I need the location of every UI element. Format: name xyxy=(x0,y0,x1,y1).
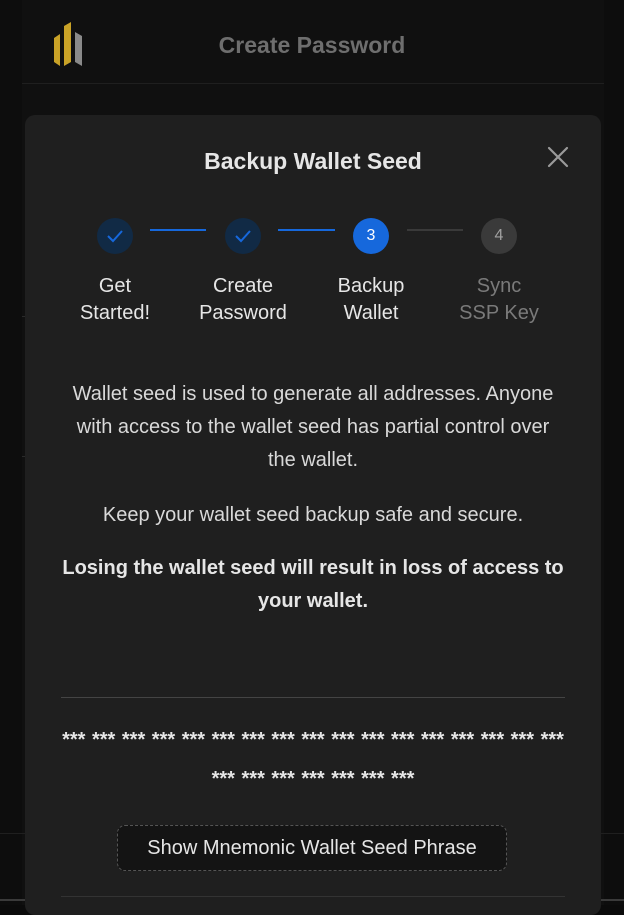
loss-warning: Losing the wallet seed will result in lo… xyxy=(62,557,564,612)
step-connector-2-3 xyxy=(278,229,335,231)
step-4-label-line1: Sync xyxy=(476,275,522,297)
step-3-label-line1: Backup xyxy=(337,275,405,297)
show-seed-button[interactable]: Show Mnemonic Wallet Seed Phrase xyxy=(117,825,507,871)
step-1-label-line1: Get xyxy=(98,275,132,297)
step-4-icon: 4 xyxy=(481,218,517,254)
background-page-title: Create Password xyxy=(218,32,406,58)
step-connector-3-4 xyxy=(407,229,463,231)
check-icon xyxy=(107,230,123,243)
seed-divider xyxy=(61,697,565,698)
step-connector-1-2 xyxy=(150,229,206,231)
header-divider xyxy=(22,83,604,84)
step-2-label-line1: Create xyxy=(212,275,274,297)
step-1-icon xyxy=(97,218,133,254)
modal-footer-divider xyxy=(61,896,565,897)
step-1-label: Get Started! xyxy=(55,273,175,327)
progress-steps: Get Started! Create Password 3 Backup Wa… xyxy=(25,215,601,335)
step-3-label-line2: Wallet xyxy=(343,302,399,324)
check-icon xyxy=(235,230,251,243)
modal-title: Backup Wallet Seed xyxy=(204,148,422,174)
close-icon xyxy=(547,146,569,168)
close-button[interactable] xyxy=(543,142,573,172)
step-2-icon xyxy=(225,218,261,254)
step-2-label-line2: Password xyxy=(199,302,287,324)
backup-seed-modal: Backup Wallet Seed Get Started! Create P… xyxy=(25,115,601,915)
seed-description: Wallet seed is used to generate all addr… xyxy=(72,383,554,471)
step-4-label-line2: SSP Key xyxy=(459,302,539,324)
step-3-label: Backup Wallet xyxy=(311,273,431,327)
step-3-icon: 3 xyxy=(353,218,389,254)
step-1-label-line2: Started! xyxy=(79,302,151,324)
masked-seed-phrase: *** *** *** *** *** *** *** *** *** *** … xyxy=(62,729,564,790)
step-4-label: Sync SSP Key xyxy=(439,273,559,327)
step-2-label: Create Password xyxy=(183,273,303,327)
keep-safe-text: Keep your wallet seed backup safe and se… xyxy=(102,504,524,526)
